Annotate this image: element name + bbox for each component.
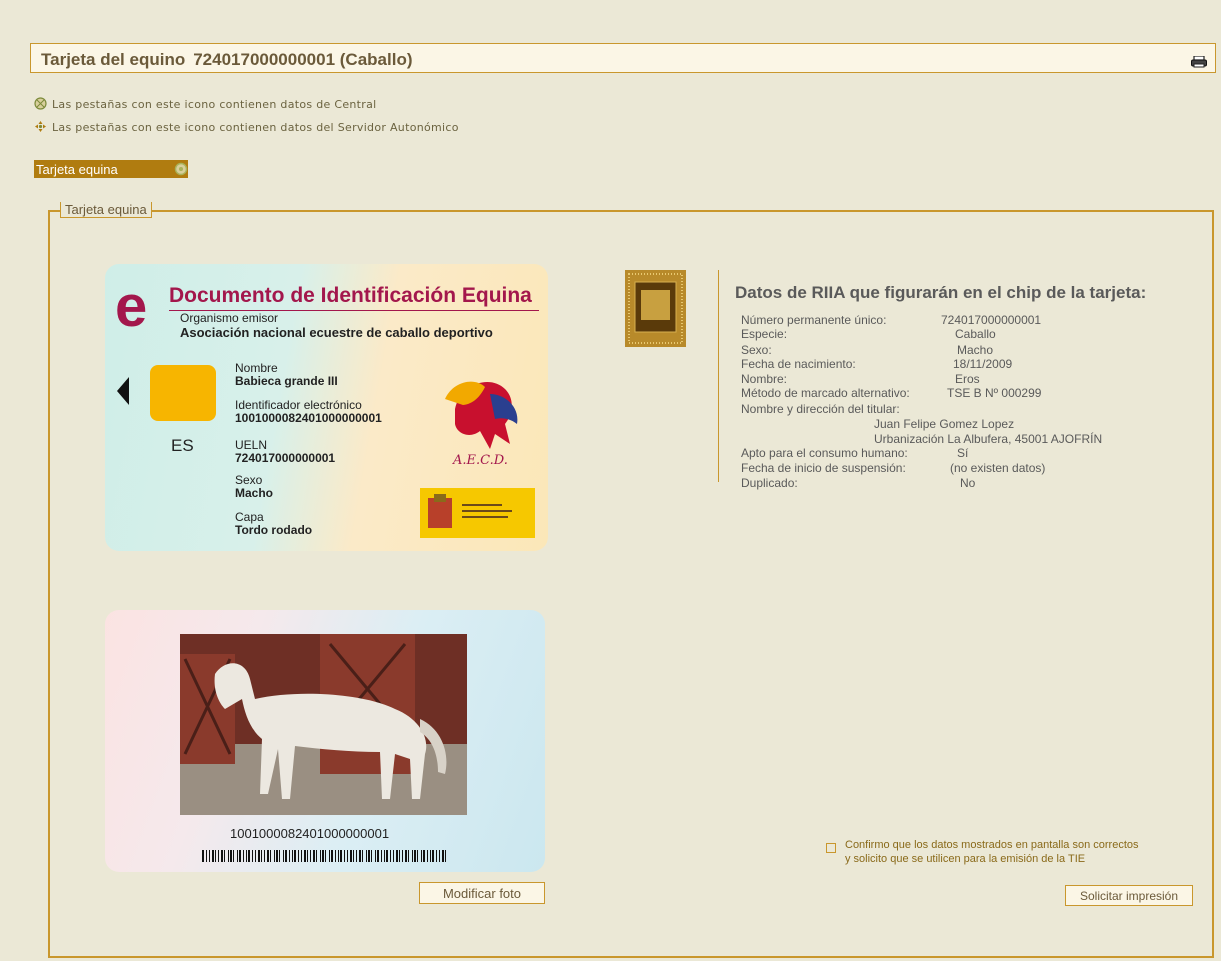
org-label: Organismo emisor: [180, 311, 279, 325]
request-print-button[interactable]: Solicitar impresión: [1065, 885, 1193, 906]
tab-tarjeta-equina[interactable]: Tarjeta equina: [34, 160, 188, 178]
ministry-logo: [420, 488, 535, 538]
detail-value: Urbanización La Albufera, 45001 AJOFRÍN: [874, 432, 1103, 446]
detail-label: Nombre:: [741, 372, 788, 386]
field-value-ueln: 724017000000001: [235, 451, 336, 465]
field-value-nombre: Babieca grande III: [235, 374, 338, 388]
move-arrows-icon: [35, 121, 46, 132]
e-logo-icon: e: [115, 274, 148, 339]
detail-value: Eros: [955, 372, 980, 386]
detail-value: (no existen datos): [950, 461, 1046, 475]
page-title: Tarjeta del equino 724017000000001 (Cabal…: [41, 50, 412, 70]
field-label-nombre: Nombre: [235, 361, 278, 375]
legend-autonomo: Las pestañas con este icono contienen da…: [34, 120, 459, 134]
detail-label: Método de marcado alternativo:: [741, 386, 910, 400]
detail-label: Especie:: [741, 327, 788, 341]
globe-icon: [34, 97, 47, 110]
tab-label: Tarjeta equina: [36, 162, 118, 177]
field-label-capa: Capa: [235, 510, 264, 524]
modify-photo-button[interactable]: Modificar foto: [419, 882, 545, 904]
confirm-line1: Confirmo que los datos mostrados en pant…: [845, 839, 1139, 851]
confirm-line2: y solicito que se utilicen para la emisi…: [845, 853, 1086, 865]
detail-label: Sexo:: [741, 343, 772, 357]
field-value-capa: Tordo rodado: [235, 523, 313, 537]
card-back: 1001000082401000000001: [105, 610, 545, 872]
chip-icon: [625, 270, 686, 347]
confirm-checkbox[interactable]: [826, 843, 836, 853]
card-front: e Documento de Identificación Equina Org…: [105, 264, 548, 551]
detail-label: Duplicado:: [741, 476, 798, 490]
fieldset-legend: Tarjeta equina: [60, 202, 152, 218]
chip-contact-icon: [150, 365, 216, 421]
legend-central-text: Las pestañas con este icono contienen da…: [52, 98, 377, 111]
field-label-ueln: UELN: [235, 438, 268, 452]
org-value: Asociación nacional ecuestre de caballo …: [180, 325, 493, 340]
detail-value: Juan Felipe Gomez Lopez: [874, 417, 1015, 431]
horse-photo: [180, 634, 467, 815]
field-label-identificador: Identificador electrónico: [235, 398, 362, 412]
detail-value: Macho: [957, 343, 994, 357]
globe-icon: [174, 162, 188, 176]
field-value-sexo: Macho: [235, 486, 274, 500]
detail-value: No: [960, 476, 976, 490]
detail-value: 724017000000001: [941, 313, 1042, 327]
details-title: Datos de RIIA que figurarán en el chip d…: [735, 283, 1147, 302]
field-label-sexo: Sexo: [235, 473, 263, 487]
field-value-identificador: 1001000082401000000001: [235, 411, 382, 425]
title-number: 724017000000001 (Caballo): [193, 50, 413, 69]
horse-logo-icon: A.E.C.D.: [445, 381, 518, 468]
detail-label: Apto para el consumo humano:: [741, 446, 908, 460]
detail-label: Fecha de nacimiento:: [741, 357, 856, 371]
logo-text: A.E.C.D.: [452, 453, 508, 468]
detail-label: Fecha de inicio de suspensión:: [741, 461, 906, 475]
printer-icon[interactable]: [1191, 56, 1207, 68]
details-divider: [718, 270, 719, 482]
detail-value: Sí: [957, 446, 969, 460]
title-prefix: Tarjeta del equino: [41, 50, 186, 69]
detail-value: TSE B Nº 000299: [947, 386, 1042, 400]
detail-label: Nombre y dirección del titular:: [741, 402, 900, 416]
arrow-left-icon: [117, 377, 129, 405]
detail-value: 18/11/2009: [953, 357, 1013, 371]
legend-central: Las pestañas con este icono contienen da…: [34, 97, 377, 111]
confirm-text: Confirmo que los datos mostrados en pant…: [845, 838, 1139, 866]
barcode-icon: [202, 850, 446, 862]
legend-autonomo-text: Las pestañas con este icono contienen da…: [52, 121, 459, 134]
detail-value: Caballo: [955, 327, 996, 341]
page-title-bar: Tarjeta del equino 724017000000001 (Cabal…: [30, 43, 1216, 73]
barcode-number: 1001000082401000000001: [230, 826, 390, 841]
card-title: Documento de Identificación Equina: [169, 284, 532, 307]
country-code: ES: [171, 436, 194, 455]
detail-label: Número permanente único:: [741, 313, 887, 327]
